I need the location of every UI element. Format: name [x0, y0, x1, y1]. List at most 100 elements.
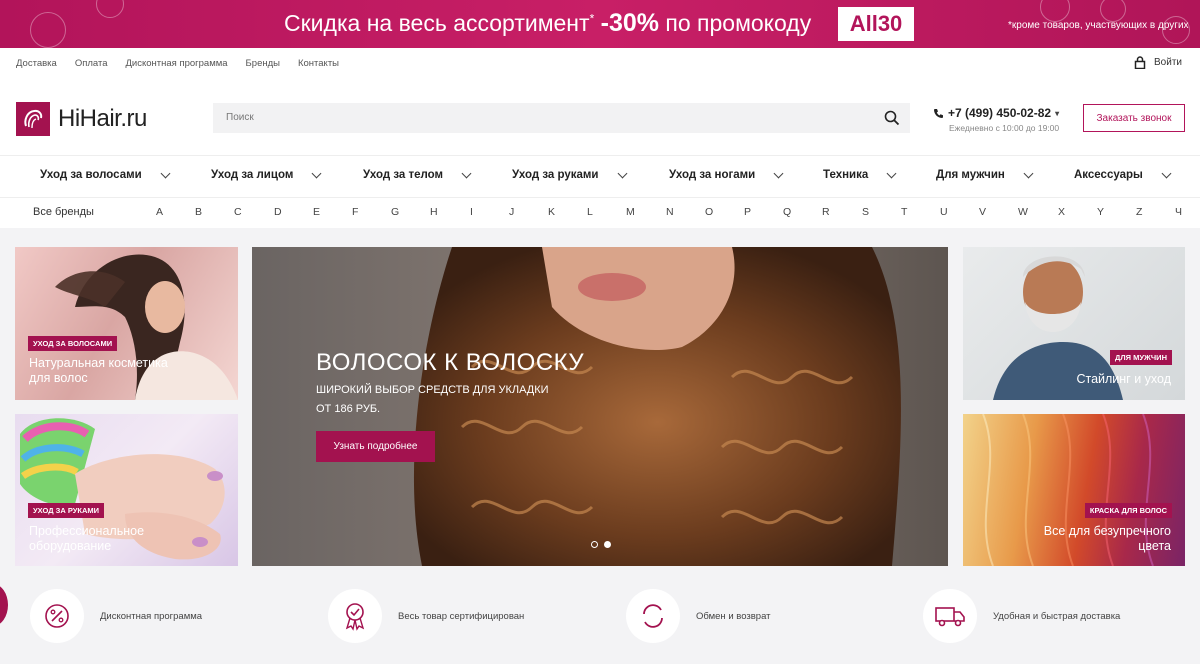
brand-letter[interactable]: V	[979, 206, 986, 218]
feature-label: Весь товар сертифицирован	[398, 610, 525, 622]
toplink-contacts[interactable]: Контакты	[298, 58, 339, 69]
callback-button[interactable]: Заказать звонок	[1083, 104, 1185, 132]
feature-label: Обмен и возврат	[696, 610, 771, 622]
phone-icon	[934, 108, 943, 118]
hero-subtitle: ШИРОКИЙ ВЫБОР СРЕДСТВ ДЛЯ УКЛАДКИ ОТ 186…	[316, 384, 549, 415]
promo-banner[interactable]: Скидка на весь ассортимент* -30% по пром…	[0, 0, 1200, 48]
nav-item-hair-care[interactable]: Уход за волосами	[40, 168, 171, 181]
brand-letter[interactable]: R	[822, 206, 830, 218]
nav-item-foot-care[interactable]: Уход за ногами	[669, 168, 784, 181]
certificate-icon	[328, 589, 382, 643]
toplink-brands[interactable]: Бренды	[246, 58, 280, 69]
chevron-down-icon	[160, 168, 171, 178]
brand-letter[interactable]: X	[1058, 206, 1065, 218]
toplink-delivery[interactable]: Доставка	[16, 58, 57, 69]
brand-letter[interactable]: Z	[1136, 206, 1142, 218]
nav-item-hand-care[interactable]: Уход за руками	[512, 168, 627, 181]
promo-tile-hair-care[interactable]: Уход за волосами Натуральная косметика д…	[15, 247, 238, 400]
nav-label: Уход за ногами	[669, 169, 756, 181]
nav-label: Для мужчин	[936, 169, 1005, 181]
banner-decor-circle	[1100, 0, 1126, 22]
lock-icon	[1134, 56, 1146, 69]
search-placeholder: Поиск	[226, 112, 254, 123]
nav-item-for-men[interactable]: Для мужчин	[936, 168, 1034, 181]
brand-letter[interactable]: L	[587, 206, 593, 218]
nav-label: Уход за телом	[363, 169, 444, 181]
brand-letter[interactable]: S	[862, 206, 869, 218]
banner-decor-circle	[30, 12, 66, 48]
logo-mark-icon	[16, 102, 50, 136]
nav-item-body-care[interactable]: Уход за телом	[363, 168, 472, 181]
brand-letter[interactable]: O	[705, 206, 713, 218]
login-link[interactable]: Войти	[1134, 56, 1182, 69]
nav-item-accessories[interactable]: Аксессуары	[1074, 168, 1172, 181]
brand-letter[interactable]: Ч	[1175, 206, 1182, 218]
brand-letter[interactable]: K	[548, 206, 555, 218]
search-icon[interactable]	[884, 110, 900, 126]
promo-code: All30	[838, 7, 914, 41]
promo-text-mid: по промокоду	[665, 10, 812, 36]
slider-dot[interactable]	[591, 541, 598, 548]
feature-label: Дисконтная программа	[100, 610, 203, 622]
nav-label: Уход за лицом	[211, 169, 294, 181]
chevron-down-icon	[886, 168, 897, 178]
tile-tag: Для мужчин	[1110, 350, 1172, 365]
brand-letter[interactable]: G	[391, 206, 399, 218]
brand-letter[interactable]: E	[313, 206, 320, 218]
toplink-discount[interactable]: Дисконтная программа	[126, 58, 228, 69]
brand-letter[interactable]: B	[195, 206, 202, 218]
brand-letter[interactable]: N	[666, 206, 674, 218]
brand-letter[interactable]: J	[509, 206, 514, 218]
login-label: Войти	[1154, 57, 1182, 68]
hero-title: ВОЛОСОК К ВОЛОСКУ	[316, 349, 585, 376]
chevron-down-icon	[311, 168, 322, 178]
brand-letter[interactable]: U	[940, 206, 948, 218]
brand-letter[interactable]: D	[274, 206, 282, 218]
brand-letter[interactable]: Q	[783, 206, 791, 218]
feature-discount: Дисконтная программа	[30, 589, 202, 643]
percent-icon	[30, 589, 84, 643]
brand-letter[interactable]: H	[430, 206, 438, 218]
search-input[interactable]: Поиск	[213, 103, 910, 133]
promo-tile-hair-dye[interactable]: Краска для волос Все для безупречного цв…	[963, 414, 1185, 566]
feature-certified: Весь товар сертифицирован	[328, 589, 524, 643]
nav-item-face-care[interactable]: Уход за лицом	[211, 168, 322, 181]
feature-label: Удобная и быстрая доставка	[993, 610, 1121, 622]
brand-letter[interactable]: F	[352, 206, 358, 218]
promo-discount: -30%	[600, 9, 659, 37]
promo-tile-for-men[interactable]: Для мужчин Стайлинг и уход	[963, 247, 1185, 400]
brand-letter[interactable]: Y	[1097, 206, 1104, 218]
slider-dot-active[interactable]	[604, 541, 611, 548]
brand-letter[interactable]: I	[470, 206, 473, 218]
toplink-payment[interactable]: Оплата	[75, 58, 108, 69]
hero-slider[interactable]: ВОЛОСОК К ВОЛОСКУ ШИРОКИЙ ВЫБОР СРЕДСТВ …	[252, 247, 948, 566]
brand-letter[interactable]: M	[626, 206, 635, 218]
all-brands-link[interactable]: Все бренды	[33, 206, 94, 218]
brand-letter[interactable]: P	[744, 206, 751, 218]
logo-text: HiHair.ru	[58, 105, 147, 132]
brand-letter[interactable]: C	[234, 206, 242, 218]
brand-letter[interactable]: W	[1018, 206, 1028, 218]
phone-hours: Ежедневно с 10:00 до 19:00	[949, 123, 1060, 133]
phone-block[interactable]: +7 (499) 450-02-82 ▾ Ежедневно с 10:00 д…	[933, 106, 1059, 133]
nav-label: Техника	[823, 169, 869, 181]
truck-icon	[923, 589, 977, 643]
brand-letter[interactable]: T	[901, 206, 907, 218]
brand-letter[interactable]: A	[156, 206, 163, 218]
feature-delivery: Удобная и быстрая доставка	[923, 589, 1120, 643]
chat-widget-button[interactable]	[0, 584, 8, 626]
promo-asterisk: *	[589, 11, 595, 26]
tile-tag: Краска для волос	[1084, 503, 1172, 518]
promo-note: *кроме товаров, участвующих в других	[1008, 20, 1189, 31]
logo[interactable]: HiHair.ru	[16, 102, 147, 136]
nav-item-equipment[interactable]: Техника	[823, 168, 897, 181]
phone-number-text: +7 (499) 450-02-82	[948, 106, 1052, 120]
promo-tile-hand-care[interactable]: Уход за руками Профессиональное оборудов…	[15, 414, 238, 566]
chevron-down-icon[interactable]: ▾	[1055, 109, 1059, 118]
tile-title: Все для безупречного цвета	[1043, 524, 1171, 553]
feature-exchange: Обмен и возврат	[626, 589, 771, 643]
exchange-icon	[626, 589, 680, 643]
nav-label: Уход за волосами	[40, 169, 142, 181]
hero-more-button[interactable]: Узнать подробнее	[316, 431, 435, 462]
promo-text: Скидка на весь ассортимент* -30% по пром…	[284, 9, 811, 38]
